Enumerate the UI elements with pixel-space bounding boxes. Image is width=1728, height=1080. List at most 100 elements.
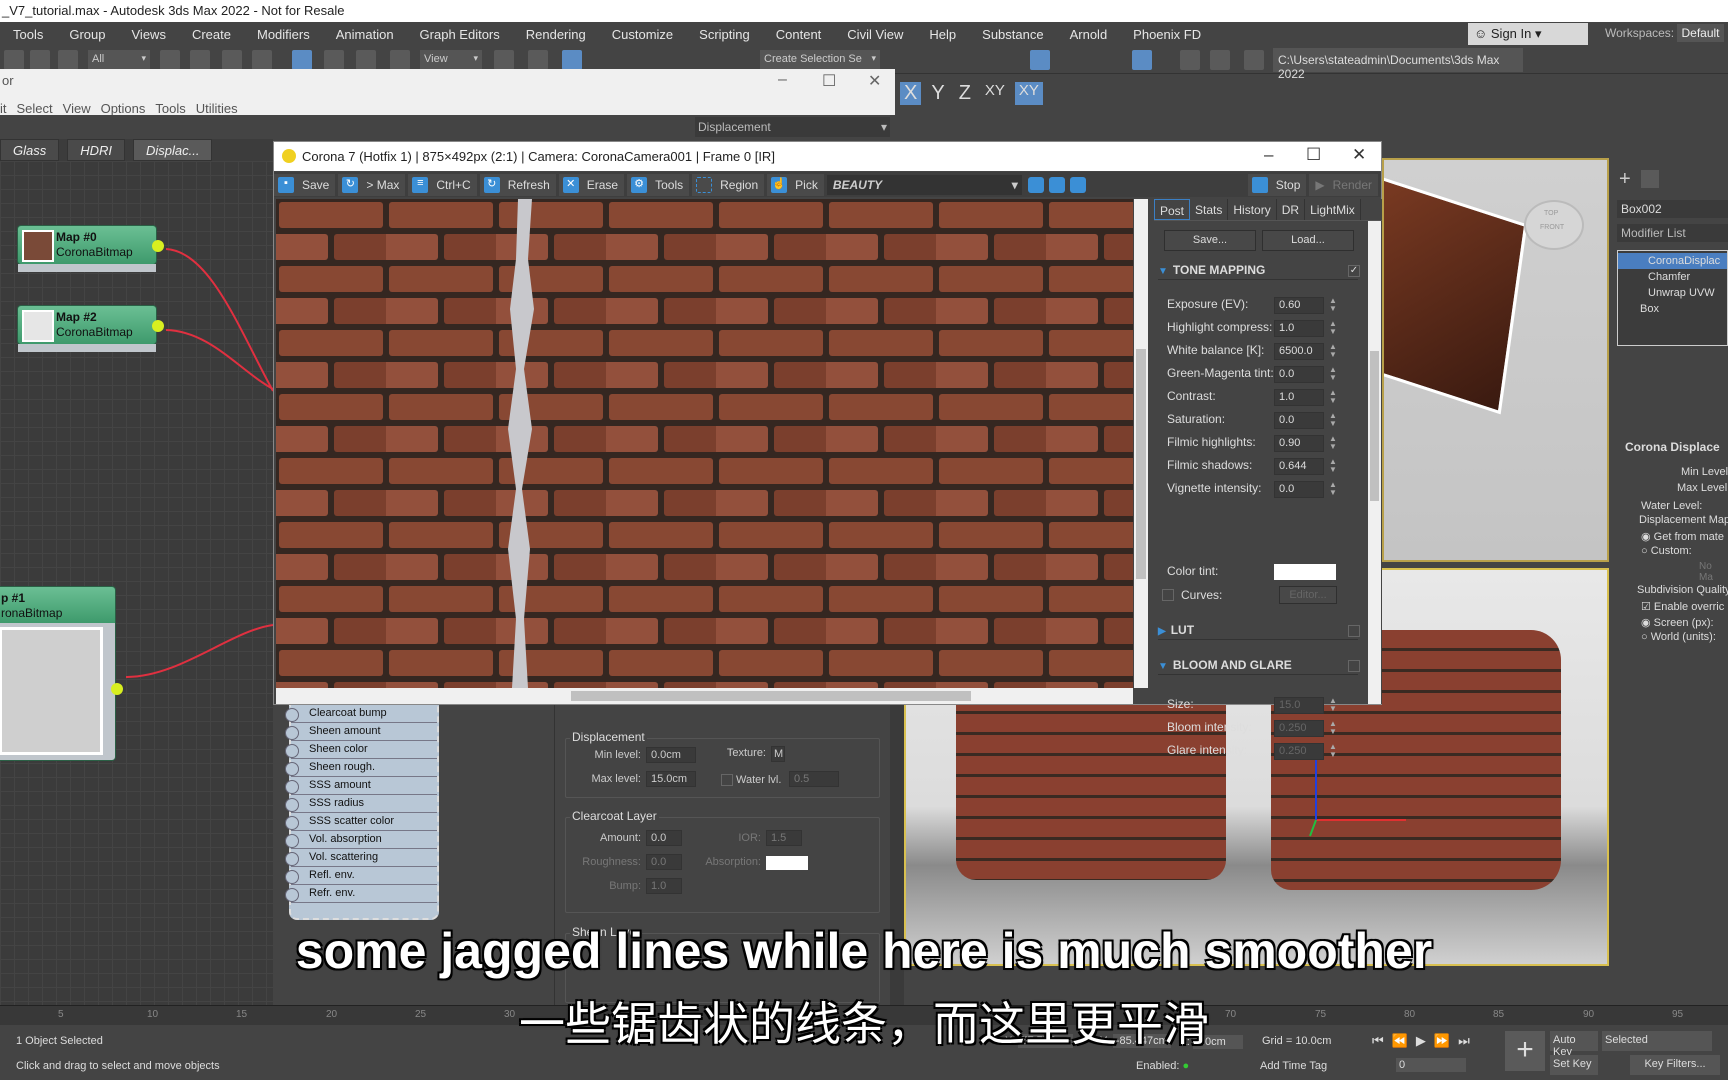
select-manipulate-icon[interactable] [528, 50, 548, 70]
render-button[interactable]: ▶ Render [1309, 173, 1378, 196]
spinner-icon[interactable]: ▲ ▼ [1329, 435, 1337, 451]
slot[interactable]: Refl. env. [285, 867, 437, 885]
bind-space-warp-icon[interactable] [58, 50, 78, 70]
render-image[interactable] [276, 199, 1133, 688]
render-frame-icon[interactable] [1210, 50, 1230, 70]
output-port[interactable] [152, 320, 164, 332]
select-by-name-icon[interactable] [190, 50, 210, 70]
spinner-icon[interactable]: ▲ ▼ [1329, 412, 1337, 428]
spinner-icon[interactable]: ▲ ▼ [1329, 297, 1337, 313]
snap-icon[interactable] [562, 50, 582, 70]
erase-button[interactable]: ✕ Erase [558, 173, 625, 196]
menu-rendering[interactable]: Rendering [513, 27, 599, 42]
zoom-in-icon[interactable] [1027, 176, 1044, 193]
slot[interactable]: Sheen color [285, 741, 437, 759]
tab-history[interactable]: History [1228, 199, 1277, 220]
channel-dropdown[interactable]: BEAUTY ▾ [826, 174, 1022, 195]
axis-xy[interactable]: XY [981, 82, 1009, 105]
save-preset-button[interactable]: Save... [1164, 230, 1256, 251]
menu-create[interactable]: Create [179, 27, 244, 42]
node-view[interactable]: Map #0 CoronaBitmap Map #2 CoronaBitmap p … [0, 161, 273, 1005]
param-value-field[interactable]: 0.60 [1274, 297, 1324, 314]
panel-scrollbar[interactable] [1368, 221, 1381, 704]
tools-button[interactable]: ⚙ Tools [627, 173, 690, 196]
selection-filter-dropdown[interactable]: All ▾ [88, 50, 150, 70]
layout-icon[interactable] [1030, 50, 1050, 70]
reference-coordinate-dropdown[interactable]: View ▾ [420, 50, 482, 70]
render-setup-icon[interactable] [1180, 50, 1200, 70]
render-icon[interactable] [1244, 50, 1264, 70]
tab-glass[interactable]: Glass [0, 139, 60, 161]
material-dropdown[interactable]: Displacement ▾ [695, 117, 890, 137]
menu-view[interactable]: View [63, 101, 101, 116]
key-filters-button[interactable]: Key Filters... [1630, 1055, 1720, 1075]
unlink-icon[interactable] [30, 50, 50, 70]
close-icon[interactable]: ✕ [1352, 145, 1366, 165]
menu-content[interactable]: Content [763, 27, 835, 42]
close-icon[interactable]: ✕ [868, 71, 881, 91]
pivot-icon[interactable] [494, 50, 514, 70]
slot[interactable]: SSS scatter color [285, 813, 437, 831]
texture-map-button[interactable]: M [771, 746, 785, 762]
region-button[interactable]: Region [692, 173, 765, 196]
slot[interactable]: Sheen rough. [285, 759, 437, 777]
workspace-select[interactable]: Default [1677, 24, 1724, 42]
project-path[interactable]: C:\Users\stateadmin\Documents\3ds Max 20… [1273, 48, 1523, 81]
menu-utilities[interactable]: Utilities [196, 101, 248, 116]
minimize-icon[interactable]: – [1264, 145, 1273, 165]
tone-mapping-checkbox[interactable]: ✓ [1348, 265, 1360, 277]
output-port[interactable] [152, 240, 164, 252]
spinner-icon[interactable]: ▲ ▼ [1329, 743, 1337, 759]
tab-hdri[interactable]: HDRI [67, 139, 126, 161]
tab-displacement[interactable]: Displac... [133, 139, 213, 161]
param-value-field[interactable]: 1.0 [1274, 389, 1324, 406]
stack-item[interactable]: Box [1618, 301, 1727, 317]
param-value-field[interactable]: 6500.0 [1274, 343, 1324, 360]
spinner-icon[interactable]: ▲ ▼ [1329, 720, 1337, 736]
param-value-field[interactable]: 0.250 [1274, 720, 1324, 737]
output-port[interactable] [111, 683, 123, 695]
save-button[interactable]: ▪ Save [274, 173, 336, 196]
param-value-field[interactable]: 0.644 [1274, 458, 1324, 475]
window-crossing-icon[interactable] [252, 50, 272, 70]
menu-modifiers[interactable]: Modifiers [244, 27, 323, 42]
refresh-button[interactable]: ↻ Refresh [479, 173, 556, 196]
pick-button[interactable]: ☝ Pick [767, 173, 824, 196]
rollout-title[interactable]: Corona Displace [1625, 440, 1720, 454]
modifier-list-dropdown[interactable]: Modifier List [1617, 224, 1728, 242]
schematic-icon[interactable] [1132, 50, 1152, 70]
link-icon[interactable] [4, 50, 24, 70]
param-value-field[interactable]: 0.0 [1274, 481, 1324, 498]
menu-group[interactable]: Group [56, 27, 118, 42]
tone-mapping-header[interactable]: ▼ TONE MAPPING [1158, 263, 1358, 280]
curves-checkbox[interactable] [1162, 589, 1174, 601]
menu-customize[interactable]: Customize [599, 27, 686, 42]
node-map-2[interactable]: Map #2 CoronaBitmap [17, 305, 164, 352]
water-level-checkbox[interactable] [721, 774, 733, 786]
slot[interactable]: SSS radius [285, 795, 437, 813]
create-tab-icon[interactable]: + [1619, 168, 1631, 191]
stack-item[interactable]: Unwrap UVW [1618, 285, 1727, 301]
param-value-field[interactable]: 0.250 [1274, 743, 1324, 760]
to-max-button[interactable]: ↻ > Max [338, 173, 406, 196]
selection-set-dropdown[interactable]: Create Selection Se ▾ [760, 50, 880, 70]
spinner-icon[interactable]: ▲ ▼ [1329, 343, 1337, 359]
enable-override-checkbox[interactable]: ☑ Enable overric [1641, 600, 1724, 613]
zoom-out-icon[interactable] [1048, 176, 1065, 193]
tab-lightmix[interactable]: LightMix [1305, 199, 1361, 220]
slot[interactable]: Vol. scattering [285, 849, 437, 867]
stack-item[interactable]: CoronaDisplac [1618, 253, 1727, 269]
sign-in-dropdown[interactable]: ☺ Sign In ▾ [1468, 23, 1588, 45]
bloom-checkbox[interactable] [1348, 660, 1360, 672]
menu-help[interactable]: Help [916, 27, 969, 42]
amount-field[interactable]: 0.0 [646, 830, 682, 846]
lut-header[interactable]: ▶ LUT [1158, 623, 1358, 640]
min-level-field[interactable]: 0.0cm [646, 747, 696, 763]
rotate-icon[interactable] [324, 50, 344, 70]
add-time-tag-button[interactable]: Add Time Tag [1260, 1060, 1327, 1072]
param-value-field[interactable]: 0.0 [1274, 412, 1324, 429]
spinner-icon[interactable]: ▲ ▼ [1329, 389, 1337, 405]
slot[interactable]: Vol. absorption [285, 831, 437, 849]
color-tint-swatch[interactable] [1274, 564, 1336, 580]
spinner-icon[interactable]: ▲ ▼ [1329, 458, 1337, 474]
